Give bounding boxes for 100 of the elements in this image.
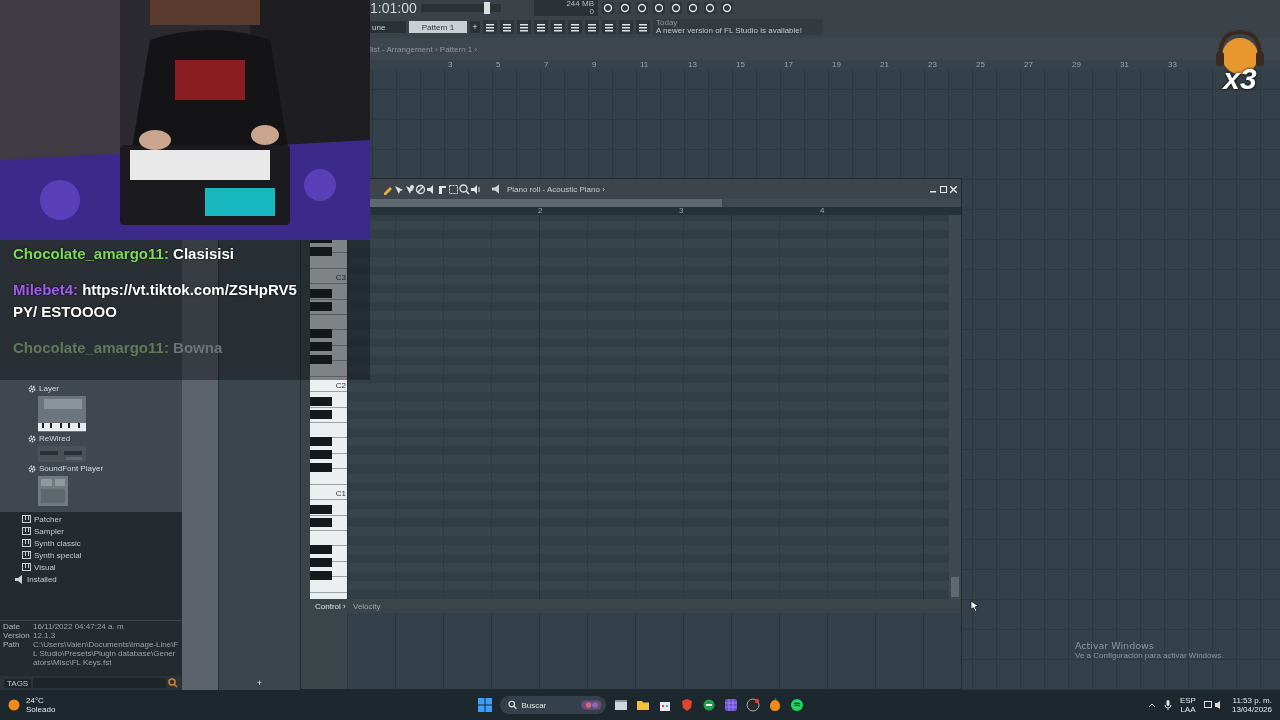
window-icon[interactable]	[614, 698, 628, 712]
speaker-icon[interactable]	[491, 184, 501, 194]
bar-number: 23	[928, 60, 938, 70]
select-icon[interactable]	[448, 183, 459, 195]
tree-item[interactable]: Patcher	[34, 514, 62, 524]
bar-number: 29	[1072, 60, 1082, 70]
toolbar-icon[interactable]	[585, 20, 599, 34]
info-value: 16/11/2022 04:47:24 a. m	[33, 622, 125, 631]
control-dropdown[interactable]: Control ›	[315, 601, 347, 611]
search-icon[interactable]	[168, 678, 178, 688]
zoom-icon[interactable]	[459, 183, 470, 195]
bar-number: 2	[538, 207, 544, 215]
chat-message: Milebet4: https://vt.tiktok.com/ZSHpRV5PY/ ESTOOOO	[13, 280, 298, 322]
sun-icon[interactable]	[8, 699, 20, 711]
folder-icon[interactable]	[636, 698, 650, 712]
bar-number: 33	[1168, 60, 1178, 70]
chat-message: Chocolate_amargo11: Bowna	[13, 338, 223, 358]
tree-item[interactable]: Synth special	[34, 550, 82, 560]
multiplier-label: x3	[1223, 64, 1257, 94]
clock[interactable]: 11:53 p. m. 13/04/2026	[1231, 696, 1272, 714]
scrollbar-thumb[interactable]	[370, 199, 722, 207]
speaker-icon[interactable]	[470, 183, 481, 195]
delete-icon[interactable]	[415, 183, 426, 195]
toolbar-icon[interactable]	[618, 1, 632, 15]
info-label: Date	[3, 622, 21, 631]
octave-label: C3	[335, 274, 346, 282]
close-icon[interactable]	[950, 185, 957, 193]
toolbar-icon[interactable]	[601, 1, 615, 15]
maximize-icon[interactable]	[940, 185, 947, 193]
plugin-preview-drawing	[38, 396, 86, 432]
toolbar-icon[interactable]	[652, 1, 666, 15]
temperature-label[interactable]: 24°C	[26, 696, 56, 705]
toolbar-icon[interactable]	[686, 1, 700, 15]
toolbar-icon[interactable]	[669, 1, 683, 15]
memory-label: 244 MB	[566, 0, 594, 8]
gamepad-icon[interactable]	[702, 698, 716, 712]
toolbar-icon[interactable]	[619, 20, 633, 34]
info-value: C:\Users\Valen\Documents\Image-Line\FL Studio\Presets\Plugin database\Generators\Misc\FL Keys.fst	[33, 640, 179, 667]
bar-number: 25	[976, 60, 986, 70]
start-icon[interactable]	[478, 698, 492, 712]
bar-number: 9	[592, 60, 598, 70]
toolbar-icon[interactable]	[720, 1, 734, 15]
toolbar-icon[interactable]	[568, 20, 582, 34]
tree-item[interactable]: Synth classic	[34, 538, 81, 548]
bar-number: 5	[496, 60, 502, 70]
plugin-name[interactable]: Layer	[39, 384, 59, 394]
toolbar-icon[interactable]	[703, 1, 717, 15]
plugin-name[interactable]: ReWired	[39, 434, 71, 444]
scrollbar-thumb[interactable]	[951, 577, 959, 597]
pointer-icon[interactable]	[393, 183, 404, 195]
fruit-icon[interactable]	[768, 698, 782, 712]
toolbar-icon[interactable]	[551, 20, 565, 34]
piano-icon	[22, 527, 31, 535]
music-icon[interactable]	[790, 698, 804, 712]
pattern-selector[interactable]: Pattern 1	[409, 21, 467, 33]
toolbar-icon[interactable]	[483, 20, 497, 34]
activation-title: Activar Windows	[1075, 640, 1155, 651]
gear-icon	[28, 385, 36, 393]
microphone-icon[interactable]	[1163, 700, 1172, 710]
slider-handle[interactable]	[483, 2, 490, 14]
toolbar-icon[interactable]	[534, 20, 548, 34]
toolbar-icon[interactable]	[602, 20, 616, 34]
disc-icon[interactable]	[746, 698, 760, 712]
snap-dropdown[interactable]: une	[370, 21, 406, 33]
tree-item[interactable]: Visual	[34, 562, 56, 572]
plugin-name[interactable]: SoundFont Player	[39, 464, 104, 474]
news-date: Today	[656, 19, 678, 27]
voices-label: 0	[589, 8, 594, 16]
toolbar-icon[interactable]	[635, 1, 649, 15]
news-panel[interactable]: Today A newer version of FL Studio is available!	[653, 19, 823, 35]
grid-icon[interactable]	[724, 698, 738, 712]
bar-number: 31	[1120, 60, 1130, 70]
info-label: Path	[3, 640, 21, 651]
time-display: 1:01:00	[370, 0, 418, 16]
chevron-icon[interactable]	[1147, 702, 1156, 708]
bar-number: 11	[640, 60, 650, 70]
brush-icon[interactable]	[404, 183, 415, 195]
language-indicator[interactable]: ESP LAA	[1179, 696, 1196, 714]
weather-label[interactable]: Soleado	[26, 705, 56, 714]
plugin-preview-drawing	[38, 476, 68, 506]
info-value: 12.1.3	[33, 631, 57, 640]
search-icon	[508, 700, 518, 710]
tags-button[interactable]: TAGS	[4, 678, 32, 688]
search-bar[interactable]: Buscar	[500, 696, 606, 714]
shield-icon[interactable]	[680, 698, 694, 712]
add-button[interactable]: +	[256, 679, 263, 688]
toolbar-icon[interactable]	[517, 20, 531, 34]
bar-number: 13	[688, 60, 698, 70]
toolbar-icon[interactable]	[500, 20, 514, 34]
tree-item[interactable]: Installed	[27, 574, 57, 584]
bar-number: 17	[784, 60, 794, 70]
slice-icon[interactable]	[437, 183, 448, 195]
toolbar-icon[interactable]	[636, 20, 650, 34]
bar-number: 15	[736, 60, 746, 70]
pointer-icon	[970, 600, 980, 612]
search-field[interactable]: Buscar	[521, 700, 578, 710]
piano-icon	[22, 563, 31, 571]
tree-item[interactable]: Sampler	[34, 526, 64, 536]
piano-icon	[22, 539, 31, 547]
event-label: Velocity	[353, 601, 381, 611]
